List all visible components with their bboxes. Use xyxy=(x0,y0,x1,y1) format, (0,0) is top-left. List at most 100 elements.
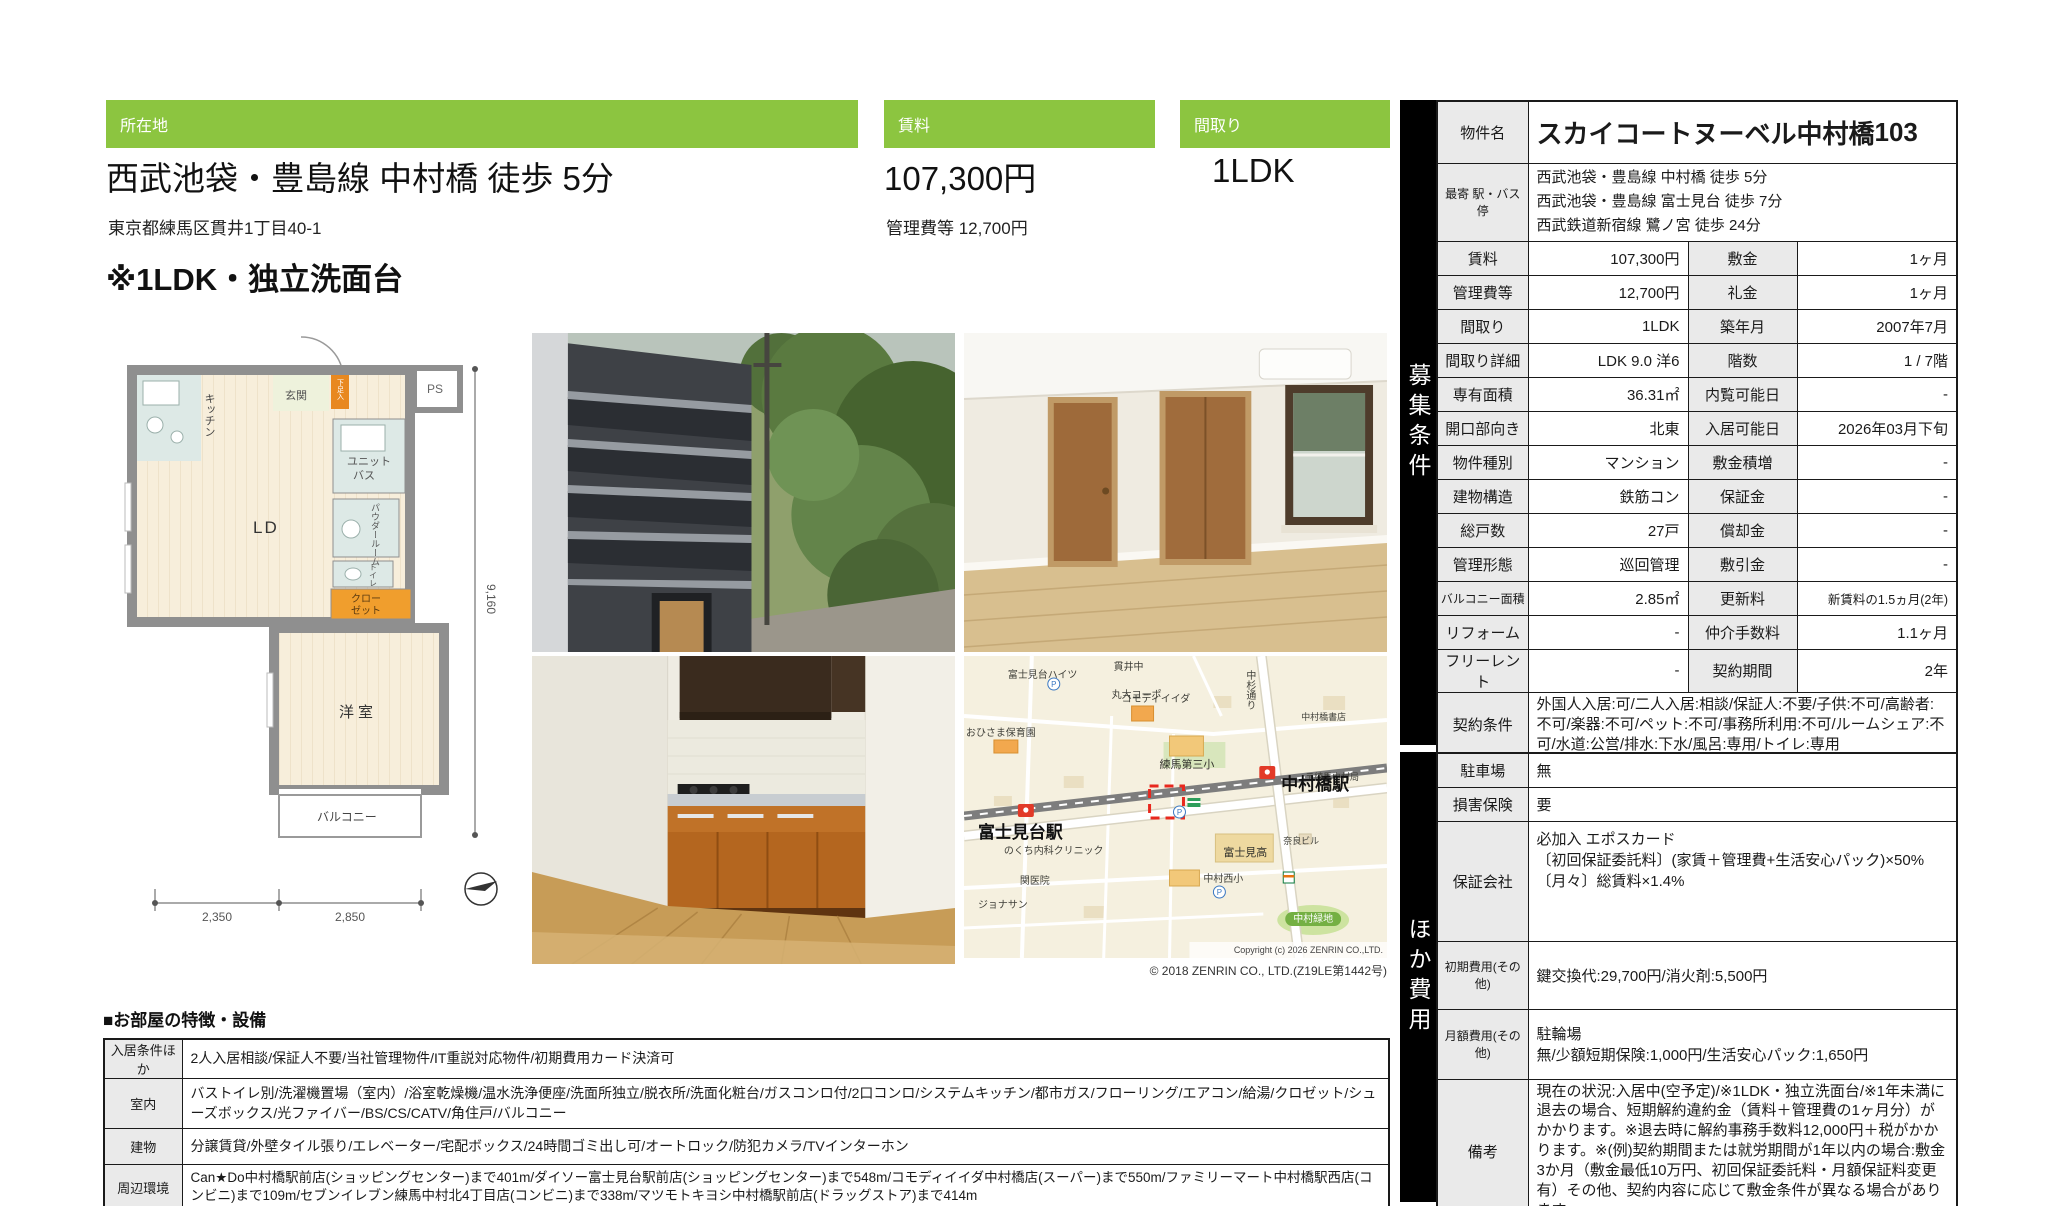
row-value: - xyxy=(1528,649,1688,692)
row-label: 敷金積増 xyxy=(1688,445,1797,479)
row-label: 階数 xyxy=(1688,343,1797,377)
station-line: 西武池袋・豊島線 富士見台 徒歩 7分 xyxy=(1537,190,1949,214)
row-value: 無 xyxy=(1528,753,1957,787)
property-name-value: スカイコートヌーベル中村橋 xyxy=(1537,114,1875,151)
row-value: 駐輪場 無/少額短期保険:1,000円/生活安心パック:1,650円 xyxy=(1528,1009,1957,1079)
map-label-daisan-es: 練馬第三小 xyxy=(1160,757,1215,771)
table-row: 最寄 駅・バス停 西武池袋・豊島線 中村橋 徒歩 5分 西武池袋・豊島線 富士見… xyxy=(1437,163,1957,241)
row-label: 更新料 xyxy=(1688,581,1797,615)
row-label: 内覧可能日 xyxy=(1688,377,1797,411)
map-label-nakasugi: 中杉通り xyxy=(1244,669,1256,710)
row-value: 巡回管理 xyxy=(1528,547,1688,581)
row-label: 間取り詳細 xyxy=(1437,343,1528,377)
row-value: マンション xyxy=(1528,445,1688,479)
fp-entrance-label: 玄関 xyxy=(285,388,307,402)
svg-text:P: P xyxy=(1217,888,1222,897)
memo-value: 現在の状況:入居中(空予定)/※1LDK・独立洗面台/※1年未満に退去の場合、短… xyxy=(1528,1079,1957,1206)
location-title: 西武池袋・豊島線 中村橋 徒歩 5分 xyxy=(106,152,614,200)
row-value: 新賃料の1.5ヵ月(2年) xyxy=(1797,581,1957,615)
table-row: 開口部向き北東入居可能日2026年03月下旬 xyxy=(1437,411,1957,445)
row-label: 敷引金 xyxy=(1688,547,1797,581)
map-label-jonathan: ジョナサン xyxy=(978,899,1028,911)
row-value: 鍵交換代:29,700円/消火剤:5,500円 xyxy=(1528,941,1957,1009)
table-row: 間取り1LDK築年月2007年7月 xyxy=(1437,309,1957,343)
map-label-seki: 関医院 xyxy=(1020,874,1050,887)
table-row: 初期費用(その他) 鍵交換代:29,700円/消火剤:5,500円 xyxy=(1437,941,1957,1009)
property-name-cell: スカイコートヌーベル中村橋 103 xyxy=(1528,101,1957,163)
row-label: 建物 xyxy=(104,1129,182,1165)
map-copyright-outer: © 2018 ZENRIN CO., LTD.(Z19LE第1442号) xyxy=(964,962,1387,979)
section-sidebar-other-costs: ほか費用 xyxy=(1400,752,1436,1202)
row-label: 契約期間 xyxy=(1688,649,1797,692)
row-label: 物件種別 xyxy=(1437,445,1528,479)
fp-shoebox-label: 下足入 xyxy=(337,379,345,400)
row-value: 107,300円 xyxy=(1528,241,1688,275)
row-value: 鉄筋コン xyxy=(1528,479,1688,513)
property-name-label: 物件名 xyxy=(1437,101,1528,163)
fp-unitbath-label-2: バス xyxy=(353,469,375,482)
row-value: 必加入 エポスカード 〔初回保証委託料〕(家賃＋管理費+生活安心パック)×50%… xyxy=(1528,821,1957,941)
row-label: 間取り xyxy=(1437,309,1528,343)
section-label-recruitment: 募集条件 xyxy=(1401,363,1435,483)
row-label: 仲介手数料 xyxy=(1688,615,1797,649)
fp-dim-right: 2,850 xyxy=(335,910,365,924)
table-row: 総戸数27戸償却金- xyxy=(1437,513,1957,547)
table-row: リフォーム-仲介手数料1.1ヶ月 xyxy=(1437,615,1957,649)
fp-ld-label: LD xyxy=(253,518,279,537)
row-value: 2026年03月下旬 xyxy=(1797,411,1957,445)
table-row: 建物構造鉄筋コン保証金- xyxy=(1437,479,1957,513)
table-row: 間取り詳細LDK 9.0 洋6階数1 / 7階 xyxy=(1437,343,1957,377)
fp-unitbath-label-1: ユニット xyxy=(347,456,391,468)
row-value: 1.1ヶ月 xyxy=(1797,615,1957,649)
row-label: 礼金 xyxy=(1688,275,1797,309)
map-label-heights: 富士見台ハイツ xyxy=(1008,668,1078,681)
row-value: 1ヶ月 xyxy=(1797,275,1957,309)
map-label-nishi-es: 中村西小 xyxy=(1203,872,1243,885)
row-value: 36.31㎡ xyxy=(1528,377,1688,411)
row-label: 初期費用(その他) xyxy=(1437,941,1528,1009)
row-value: - xyxy=(1797,547,1957,581)
map-label-nursery: おひさま保育園 xyxy=(966,726,1036,739)
row-value: 27戸 xyxy=(1528,513,1688,547)
row-label: 室内 xyxy=(104,1079,182,1129)
row-value: 分譲賃貸/外壁タイル張り/エレベーター/宅配ボックス/24時間ゴミ出し可/オート… xyxy=(182,1129,1389,1165)
table-row: 備考 現在の状況:入居中(空予定)/※1LDK・独立洗面台/※1年未満に退去の場… xyxy=(1437,1079,1957,1206)
map-label-fujimi-hs: 富士見高 xyxy=(1223,845,1267,859)
row-label: 損害保険 xyxy=(1437,787,1528,821)
station-line: 西武池袋・豊島線 中村橋 徒歩 5分 xyxy=(1537,166,1949,190)
table-row: 建物 分譲賃貸/外壁タイル張り/エレベーター/宅配ボックス/24時間ゴミ出し可/… xyxy=(104,1129,1389,1165)
highlight-note: ※1LDK・独立洗面台 xyxy=(106,254,403,299)
row-label: 月額費用(その他) xyxy=(1437,1009,1528,1079)
table-row: 駐車場 無 xyxy=(1437,753,1957,787)
layout-value: 1LDK xyxy=(1212,152,1295,190)
photo-building-exterior xyxy=(532,333,955,652)
row-label: フリーレント xyxy=(1437,649,1528,692)
address: 東京都練馬区貫井1丁目40-1 xyxy=(108,214,321,239)
map-label-commodi: コモディイイダ xyxy=(1122,692,1191,705)
section-sidebar-recruitment: 募集条件 xyxy=(1400,100,1436,745)
row-value: 1LDK xyxy=(1528,309,1688,343)
floor-plan-drawing: キッチン LD 玄関 下足入 PS ユニット バス パウダールーム トイレ クロ… xyxy=(103,333,520,964)
row-value: - xyxy=(1797,479,1957,513)
row-label: 賃料 xyxy=(1437,241,1528,275)
table-row: 月額費用(その他) 駐輪場 無/少額短期保険:1,000円/生活安心パック:1,… xyxy=(1437,1009,1957,1079)
table-row: フリーレント-契約期間2年 xyxy=(1437,649,1957,692)
photo-room-interior xyxy=(964,333,1387,652)
svg-text:P: P xyxy=(1051,680,1056,689)
map-image: P P P 貫井中 富士見台ハイツ 丸大コーポ コモディイイダ おひさま保育園 … xyxy=(964,656,1387,958)
table-row: バルコニー面積2.85㎡更新料新賃料の1.5ヵ月(2年) xyxy=(1437,581,1957,615)
row-label: 開口部向き xyxy=(1437,411,1528,445)
table-row: 入居条件ほか 2人入居相談/保証人不要/当社管理物件/IT重説対応物件/初期費用… xyxy=(104,1039,1389,1079)
row-value: - xyxy=(1528,615,1688,649)
row-label: 管理費等 xyxy=(1437,275,1528,309)
map-label-nara-bldg: 奈良ビル xyxy=(1283,835,1319,846)
layout-section-bar: 間取り xyxy=(1180,100,1390,148)
row-value: 2人入居相談/保証人不要/当社管理物件/IT重説対応物件/初期費用カード決済可 xyxy=(182,1039,1389,1079)
row-label: 管理形態 xyxy=(1437,547,1528,581)
fp-dim-height: 9,160 xyxy=(484,584,498,614)
table-row: 物件名 スカイコートヌーベル中村橋 103 xyxy=(1437,101,1957,163)
property-flyer-page: 所在地 賃料 間取り 西武池袋・豊島線 中村橋 徒歩 5分 東京都練馬区貫井1丁… xyxy=(0,0,2056,1206)
row-label: バルコニー面積 xyxy=(1437,581,1528,615)
map-station-nakamurabashi: 中村橋駅 xyxy=(1281,774,1349,794)
property-room-number: 103 xyxy=(1875,117,1918,148)
